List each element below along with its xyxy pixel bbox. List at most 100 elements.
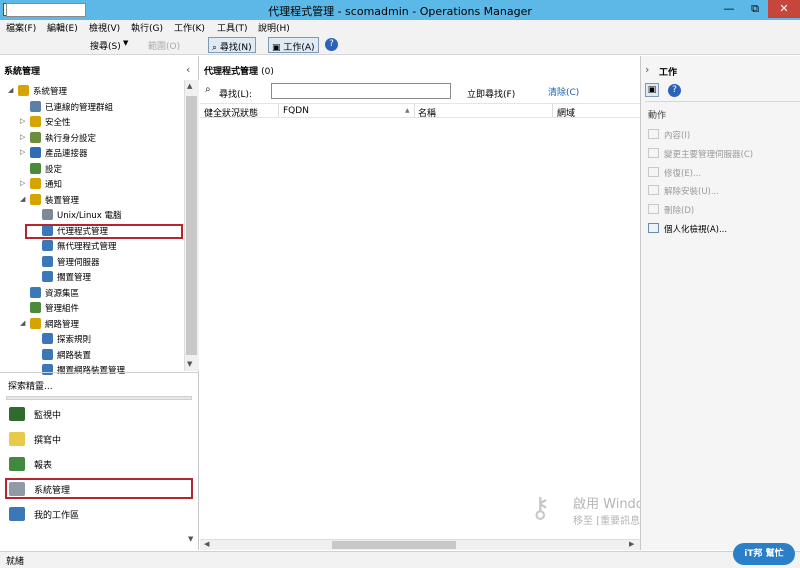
tree-item-label: 執行身分設定 xyxy=(45,133,97,144)
action-item[interactable]: 修復(E)... xyxy=(648,167,798,180)
toolbar-tasks-button[interactable]: ▣ 工作(A) xyxy=(268,37,319,53)
tree-item[interactable]: ◢ 網路管理 xyxy=(0,317,183,332)
wunderbar-button[interactable]: 報表 xyxy=(0,452,199,476)
results-title: 代理程式管理 (0) xyxy=(204,64,274,77)
tree-item[interactable]: ◢ 系統管理 xyxy=(0,84,183,99)
close-button[interactable]: ✕ xyxy=(768,0,800,18)
discovery-wizard-link[interactable]: 探索精靈... xyxy=(8,379,53,392)
minimize-button[interactable]: — xyxy=(716,0,742,18)
splitter[interactable] xyxy=(0,372,199,373)
action-item[interactable]: 變更主要管理伺服器(C) xyxy=(648,148,798,161)
menu-tasks[interactable]: 工作(K) xyxy=(174,21,205,34)
tree-item[interactable]: 管理組件 xyxy=(0,301,183,316)
scroll-up-icon[interactable]: ▲ xyxy=(187,82,192,90)
find-input[interactable] xyxy=(271,83,451,99)
badge-text-2: 幫忙 xyxy=(765,549,784,559)
help-icon[interactable]: ? xyxy=(325,38,338,51)
collapsed-arrow-icon[interactable]: ▷ xyxy=(20,179,25,187)
tree-item[interactable]: 設定 xyxy=(0,162,183,177)
tree-item[interactable]: 已連線的管理群組 xyxy=(0,100,183,115)
wunderbar-button[interactable]: 撰寫中 xyxy=(0,427,199,451)
menu-help[interactable]: 說明(H) xyxy=(258,21,290,34)
tree-item[interactable]: 管理伺服器 xyxy=(0,255,183,270)
toolbar-search-button[interactable]: 搜尋(S) xyxy=(90,39,121,52)
wunderbar-label: 監視中 xyxy=(34,411,62,421)
tree-item-label: 系統管理 xyxy=(33,87,68,97)
tree-node-icon xyxy=(42,364,53,375)
menu-file[interactable]: 檔案(F) xyxy=(6,21,36,34)
clear-button[interactable]: 清除(C) xyxy=(548,85,579,98)
tree-item[interactable]: ◢ 裝置管理 xyxy=(0,193,183,208)
tree-scroll-thumb[interactable] xyxy=(186,96,197,355)
column-divider[interactable] xyxy=(278,104,279,117)
wunderbar-options-icon[interactable]: ▼ xyxy=(188,535,193,543)
expanded-arrow-icon[interactable]: ◢ xyxy=(20,195,25,203)
action-label: 個人化檢視(A)... xyxy=(664,225,728,235)
tree-item-label: 擱置管理 xyxy=(57,273,92,283)
action-label: 修復(E)... xyxy=(664,169,702,179)
menu-bar: 檔案(F) 編輯(E) 檢視(V) 執行(G) 工作(K) 工具(T) 說明(H… xyxy=(0,20,800,35)
chevron-down-icon[interactable]: ▼ xyxy=(123,39,128,47)
tree-item[interactable]: Unix/Linux 電腦 xyxy=(0,208,183,223)
horizontal-scroll-thumb[interactable] xyxy=(332,541,456,549)
tree-node-icon xyxy=(30,147,41,158)
column-fqdn[interactable]: FQDN xyxy=(283,106,309,116)
magnifier-icon: ⌕ xyxy=(212,43,218,53)
tree-item-label: 管理伺服器 xyxy=(57,257,100,268)
help-icon[interactable]: ? xyxy=(668,84,681,97)
clipboard-icon[interactable]: ▣ xyxy=(645,83,659,97)
action-item[interactable]: 解除安裝(U)... xyxy=(648,185,798,198)
toolbar-find-button[interactable]: ⌕ 尋找(N) xyxy=(208,37,256,53)
collapsed-arrow-icon[interactable]: ▷ xyxy=(20,117,25,125)
tree-item[interactable]: ▷ 通知 xyxy=(0,177,183,192)
menu-view[interactable]: 檢視(V) xyxy=(89,21,120,34)
collapsed-arrow-icon[interactable]: ▷ xyxy=(20,148,25,156)
action-item[interactable]: 個人化檢視(A)... xyxy=(648,223,798,236)
tree-item[interactable]: 網路裝置 xyxy=(0,348,183,363)
tree-item[interactable]: ▷ 安全性 xyxy=(0,115,183,130)
grid-body[interactable] xyxy=(200,118,640,538)
tree-item[interactable]: 資源集區 xyxy=(0,286,183,301)
collapse-nav-icon[interactable]: ‹ xyxy=(186,63,190,76)
tree-node-icon xyxy=(42,271,53,282)
menu-edit[interactable]: 編輯(E) xyxy=(47,21,78,34)
menu-tools[interactable]: 工具(T) xyxy=(217,21,248,34)
scroll-down-icon[interactable]: ▼ xyxy=(187,360,192,368)
find-label: 尋找(L): xyxy=(219,90,253,100)
collapsed-arrow-icon[interactable]: ▷ xyxy=(20,133,25,141)
wunderbar-splitter[interactable] xyxy=(6,396,192,400)
maximize-button[interactable]: ⧉ xyxy=(742,0,768,18)
wunderbar-icon xyxy=(9,407,25,421)
tree-item[interactable]: 擱置管理 xyxy=(0,270,183,285)
action-item[interactable]: 刪除(D) xyxy=(648,204,798,217)
tree-node-icon xyxy=(30,162,41,174)
status-text: 就緒 xyxy=(6,557,25,567)
tree-item[interactable]: 擱置網路裝置管理 xyxy=(0,363,183,378)
wunderbar-button[interactable]: 監視中 xyxy=(0,402,199,426)
find-label: 尋找(N) xyxy=(219,43,252,53)
tree-item[interactable]: ▷ 執行身分設定 xyxy=(0,131,183,146)
tree-item[interactable]: 探索規則 xyxy=(0,332,183,347)
tree-item[interactable]: ▷ 產品連接器 xyxy=(0,146,183,161)
action-icon xyxy=(648,129,659,139)
menu-go[interactable]: 執行(G) xyxy=(131,21,163,34)
expanded-arrow-icon[interactable]: ◢ xyxy=(20,319,25,327)
tree-item-label: 產品連接器 xyxy=(45,149,88,159)
column-divider[interactable] xyxy=(552,104,553,117)
action-item[interactable]: 內容(I) xyxy=(648,129,798,142)
toolbar-scope-button[interactable]: 範圍(O) xyxy=(148,39,180,52)
find-now-button[interactable]: 立即尋找(F) xyxy=(467,87,515,100)
tree-node-icon xyxy=(42,209,53,220)
expanded-arrow-icon[interactable]: ◢ xyxy=(8,86,13,94)
scroll-left-icon[interactable]: ◀ xyxy=(204,540,209,548)
tree-item[interactable]: 無代理程式管理 xyxy=(0,239,183,254)
action-icon xyxy=(648,167,659,177)
column-divider[interactable] xyxy=(414,104,415,117)
collapse-tasks-icon[interactable]: › xyxy=(645,63,649,76)
tasks-pane-title: 工作 xyxy=(659,68,678,78)
wunderbar-icon xyxy=(9,507,25,521)
wunderbar-button[interactable]: 我的工作區 xyxy=(0,502,199,526)
scroll-right-icon[interactable]: ▶ xyxy=(629,540,634,548)
toolbar-search-input[interactable] xyxy=(6,3,86,17)
magnifier-icon: ⌕ xyxy=(205,84,211,95)
